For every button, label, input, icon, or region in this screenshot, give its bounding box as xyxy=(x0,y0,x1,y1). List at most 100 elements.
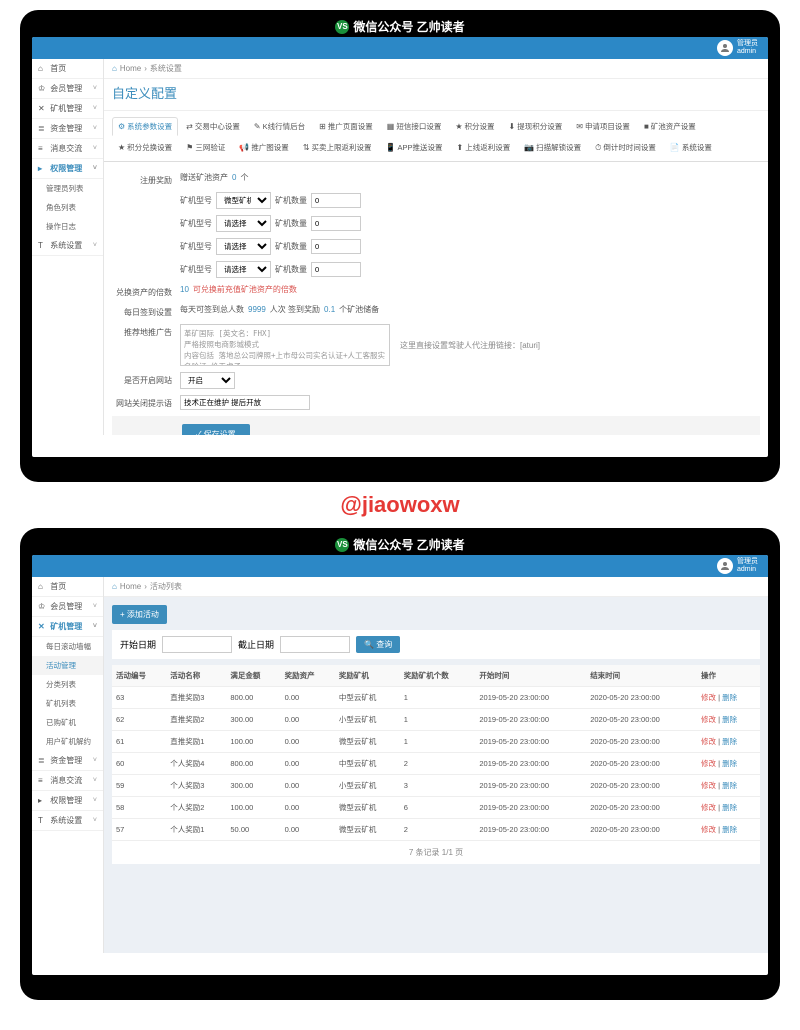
menu-icon: ♔ xyxy=(38,84,48,93)
edit-link[interactable]: 修改 xyxy=(701,715,716,724)
sidebar-item-5[interactable]: ▸ 权限管理˅ xyxy=(32,159,103,179)
brand-text: 微信公众号 乙帅读者 xyxy=(353,18,464,35)
miner-type-select-0[interactable]: 微型矿机 xyxy=(216,192,271,209)
tab-2[interactable]: ✎K线行情后台 xyxy=(248,117,311,136)
delete-link[interactable]: 删除 xyxy=(722,693,737,702)
start-date-label: 开始日期 xyxy=(120,638,156,651)
tab-icon: ★ xyxy=(455,122,462,131)
search-button[interactable]: 🔍 查询 xyxy=(356,636,400,653)
table-header: 奖励矿机个数 xyxy=(400,665,476,687)
miner-qty-input-1[interactable] xyxy=(311,216,361,231)
end-date-input[interactable] xyxy=(280,636,350,653)
miner-qty-input-3[interactable] xyxy=(311,262,361,277)
save-button[interactable]: ✓ 保存设置 xyxy=(182,424,250,435)
tab-13[interactable]: 📱APP推送设置 xyxy=(380,138,449,157)
miner-type-select-1[interactable]: 请选择 xyxy=(216,215,271,232)
breadcrumb-home[interactable]: Home xyxy=(120,582,141,591)
enable-select[interactable]: 开启 xyxy=(180,372,235,389)
tab-11[interactable]: 📢推广图设置 xyxy=(233,138,294,157)
tab-0[interactable]: ⚙系统参数设置 xyxy=(112,117,178,136)
tab-icon: ✉ xyxy=(576,122,583,131)
miner-qty-input-2[interactable] xyxy=(311,239,361,254)
edit-link[interactable]: 修改 xyxy=(701,781,716,790)
start-date-input[interactable] xyxy=(162,636,232,653)
delete-link[interactable]: 删除 xyxy=(722,803,737,812)
sidebar-sub-2[interactable]: 分类列表 xyxy=(32,675,103,694)
user-menu[interactable]: 管理员admin xyxy=(717,40,758,56)
edit-link[interactable]: 修改 xyxy=(701,759,716,768)
sidebar-item-1[interactable]: ♔ 会员管理˅ xyxy=(32,597,103,617)
sidebar-item-2[interactable]: ✕ 矿机管理˅ xyxy=(32,617,103,637)
delete-link[interactable]: 删除 xyxy=(722,825,737,834)
sidebar-item-3[interactable]: ≣ 资金管理˅ xyxy=(32,119,103,139)
sidebar-sub-4[interactable]: 已购矿机 xyxy=(32,713,103,732)
sidebar-sub-1[interactable]: 角色列表 xyxy=(32,198,103,217)
menu-icon: ✕ xyxy=(38,622,48,631)
sidebar-item-1[interactable]: ♔ 会员管理˅ xyxy=(32,79,103,99)
breadcrumb-home[interactable]: Home xyxy=(120,64,141,73)
tab-17[interactable]: 📄系统设置 xyxy=(664,138,718,157)
tab-12[interactable]: ⇅买卖上限返利设置 xyxy=(297,138,378,157)
tab-3[interactable]: ⊞推广页面设置 xyxy=(313,117,379,136)
tab-14[interactable]: ⬆上线返利设置 xyxy=(451,138,517,157)
miner-type-select-2[interactable]: 请选择 xyxy=(216,238,271,255)
chevron-icon: ˅ xyxy=(93,145,97,152)
tab-4[interactable]: ▦短信接口设置 xyxy=(381,117,448,136)
pagination: 7 条记录 1/1 页 xyxy=(112,841,760,864)
tab-5[interactable]: ★积分设置 xyxy=(449,117,500,136)
tab-icon: ▦ xyxy=(387,122,395,131)
add-activity-button[interactable]: + 添加活动 xyxy=(112,605,167,624)
tab-6[interactable]: ⬇提现积分设置 xyxy=(503,117,569,136)
delete-link[interactable]: 删除 xyxy=(722,737,737,746)
miner-qty-input-0[interactable] xyxy=(311,193,361,208)
chevron-icon: ˅ xyxy=(93,165,97,172)
sidebar-sub-0[interactable]: 管理员列表 xyxy=(32,179,103,198)
sidebar-item-0[interactable]: ⌂ 首页 xyxy=(32,59,103,79)
delete-link[interactable]: 删除 xyxy=(722,781,737,790)
miner-type-select-3[interactable]: 请选择 xyxy=(216,261,271,278)
sidebar-item-6[interactable]: T 系统设置˅ xyxy=(32,236,103,256)
sidebar-item-2[interactable]: ✕ 矿机管理˅ xyxy=(32,99,103,119)
edit-link[interactable]: 修改 xyxy=(701,803,716,812)
monitor-2: VS 微信公众号 乙帅读者 管理员admin ⌂ 首页♔ 会员管理˅✕ 矿机管理… xyxy=(20,528,780,1000)
tab-7[interactable]: ✉申请项目设置 xyxy=(570,117,636,136)
breadcrumb-current: 活动列表 xyxy=(150,581,182,592)
sidebar-item-4[interactable]: ≡ 消息交流˅ xyxy=(32,771,103,791)
sidebar-item-5[interactable]: ▸ 权限管理˅ xyxy=(32,791,103,811)
tab-15[interactable]: 📷扫描解锁设置 xyxy=(518,138,587,157)
delete-link[interactable]: 删除 xyxy=(722,715,737,724)
sidebar-item-3[interactable]: ≣ 资金管理˅ xyxy=(32,751,103,771)
promo-textarea[interactable]: 革矿国际 [英文名：FHX] 严格按照电商影城模式 内容包括 落地总公司牌照+上… xyxy=(180,324,390,366)
sidebar-item-0[interactable]: ⌂ 首页 xyxy=(32,577,103,597)
table-row: 60个人奖励4800.000.00中型云矿机22019-05-20 23:00:… xyxy=(112,753,760,775)
tab-9[interactable]: ★积分兑换设置 xyxy=(112,138,178,157)
close-hint-input[interactable] xyxy=(180,395,310,410)
menu-icon: T xyxy=(38,241,48,250)
menu-icon: ≣ xyxy=(38,756,48,765)
tab-1[interactable]: ⇄交易中心设置 xyxy=(180,117,246,136)
tab-icon: ⚙ xyxy=(118,122,125,131)
edit-link[interactable]: 修改 xyxy=(701,825,716,834)
sidebar-sub-2[interactable]: 操作日志 xyxy=(32,217,103,236)
menu-icon: ▸ xyxy=(38,796,48,805)
edit-link[interactable]: 修改 xyxy=(701,737,716,746)
tab-8[interactable]: ■矿池资产设置 xyxy=(638,117,702,136)
table-header: 活动编号 xyxy=(112,665,166,687)
edit-link[interactable]: 修改 xyxy=(701,693,716,702)
sidebar-sub-3[interactable]: 矿机列表 xyxy=(32,694,103,713)
filter-bar: 开始日期 截止日期 🔍 查询 xyxy=(112,630,760,659)
sidebar-item-4[interactable]: ≡ 消息交流˅ xyxy=(32,139,103,159)
tab-16[interactable]: ⏱倒计时时间设置 xyxy=(589,138,662,157)
user-menu[interactable]: 管理员admin xyxy=(717,558,758,574)
delete-link[interactable]: 删除 xyxy=(722,759,737,768)
sidebar-sub-5[interactable]: 用户矿机解约 xyxy=(32,732,103,751)
sidebar-sub-0[interactable]: 每日滚动墙幅 xyxy=(32,637,103,656)
tab-icon: 📷 xyxy=(524,143,534,152)
menu-icon: ≣ xyxy=(38,124,48,133)
chevron-icon: ˅ xyxy=(93,603,97,610)
sidebar-sub-1[interactable]: 活动管理 xyxy=(32,656,103,675)
tab-10[interactable]: ⚑三网验证 xyxy=(180,138,231,157)
chevron-icon: ˅ xyxy=(93,817,97,824)
sidebar-item-6[interactable]: T 系统设置˅ xyxy=(32,811,103,831)
menu-icon: ⌂ xyxy=(38,582,48,591)
